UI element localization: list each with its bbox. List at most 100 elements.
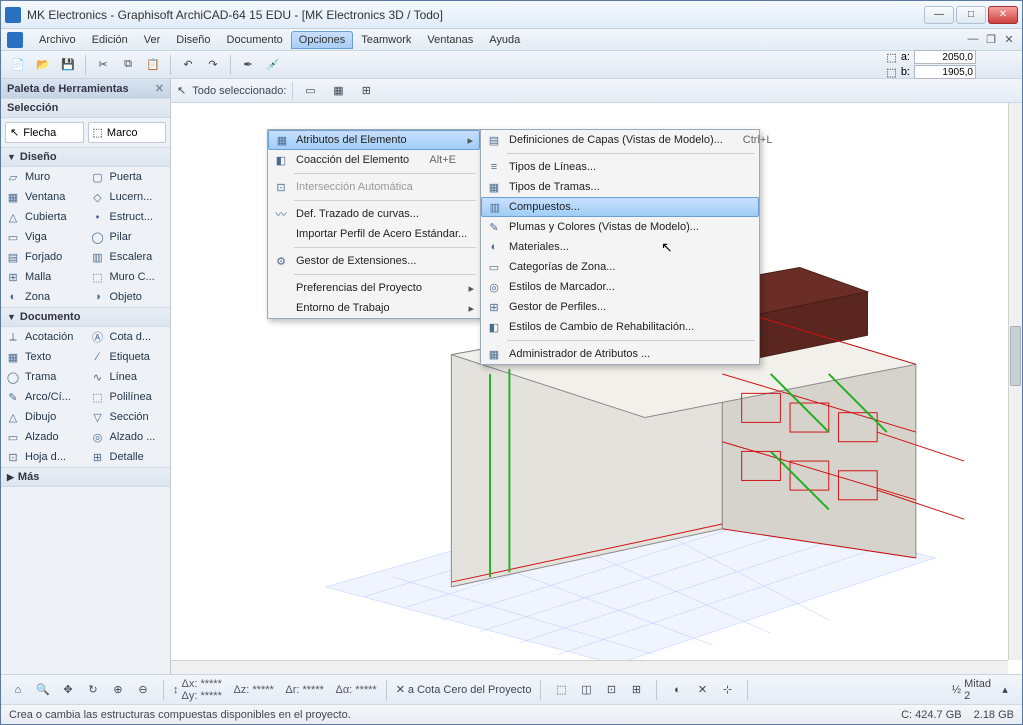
- redo-button[interactable]: ↷: [202, 54, 224, 76]
- palette-section-mas[interactable]: ▶Más: [1, 467, 170, 487]
- tool-dibujo[interactable]: △Dibujo: [1, 407, 86, 427]
- menuitem-tipos-de-l-neas---[interactable]: ≡Tipos de Líneas...: [481, 157, 759, 177]
- new-file-button[interactable]: 📄: [7, 54, 29, 76]
- tool-detalle[interactable]: ⊞Detalle: [86, 447, 171, 467]
- tool-cotad[interactable]: ⒶCota d...: [86, 327, 171, 347]
- menuitem-estilos-de-marcador---[interactable]: ◎Estilos de Marcador...: [481, 277, 759, 297]
- copy-button[interactable]: ⧉: [117, 54, 139, 76]
- menuitem-preferencias-del-proyect[interactable]: Preferencias del Proyecto▸: [268, 278, 480, 298]
- menuitem-coacci-n-del-elemento[interactable]: ◧Coacción del ElementoAlt+E: [268, 150, 480, 170]
- tool-marco[interactable]: ⬚Marco: [88, 122, 167, 143]
- tool-cubierta[interactable]: △Cubierta: [1, 207, 86, 227]
- menuitem-materiales---[interactable]: ◐Materiales...: [481, 237, 759, 257]
- menu-ventanas[interactable]: Ventanas: [419, 31, 481, 49]
- snap-label[interactable]: a Cota Cero del Proyecto: [408, 684, 532, 696]
- nav-btn-4[interactable]: ↻: [82, 679, 104, 701]
- coord-b-input[interactable]: [914, 65, 976, 79]
- mdi-close[interactable]: ✕: [1002, 33, 1016, 46]
- tool-pilar[interactable]: ◯Pilar: [86, 227, 171, 247]
- snap-toggle-1[interactable]: ◐: [666, 679, 688, 701]
- tool-ventana[interactable]: ▦Ventana: [1, 187, 86, 207]
- menuitem-entorno-de-trabajo[interactable]: Entorno de Trabajo▸: [268, 298, 480, 318]
- menuitem-administrador-de-atribut[interactable]: ▦Administrador de Atributos ...: [481, 344, 759, 364]
- menuitem-plumas-y-colores--vistas[interactable]: ✎Plumas y Colores (Vistas de Modelo)...: [481, 217, 759, 237]
- menuitem-gestor-de-perfiles---[interactable]: ⊞Gestor de Perfiles...: [481, 297, 759, 317]
- eyedropper-button[interactable]: ✒: [237, 54, 259, 76]
- palette-close-icon[interactable]: ✕: [155, 82, 164, 95]
- tool-malla[interactable]: ⊞Malla: [1, 267, 86, 287]
- snap-toggle-3[interactable]: ⊹: [716, 679, 738, 701]
- nav-btn-6[interactable]: ⊖: [132, 679, 154, 701]
- grav-btn-1[interactable]: ⬚: [550, 679, 572, 701]
- save-file-button[interactable]: 💾: [57, 54, 79, 76]
- tool-puerta[interactable]: ▢Puerta: [86, 167, 171, 187]
- cut-button[interactable]: ✂: [92, 54, 114, 76]
- horizontal-scrollbar[interactable]: [171, 660, 1008, 674]
- tool-muroc[interactable]: ⬚Muro C...: [86, 267, 171, 287]
- tool-objeto[interactable]: ◑Objeto: [86, 287, 171, 307]
- tool-seccin[interactable]: ▽Sección: [86, 407, 171, 427]
- menuitem-compuestos---[interactable]: ▥Compuestos...: [481, 197, 759, 217]
- menu-ver[interactable]: Ver: [136, 31, 169, 49]
- palette-section-design[interactable]: ▼Diseño: [1, 147, 170, 167]
- menuitem-categor-as-de-zona---[interactable]: ▭Categorías de Zona...: [481, 257, 759, 277]
- tool-alzado[interactable]: ▭Alzado: [1, 427, 86, 447]
- tool-zona[interactable]: ◐Zona: [1, 287, 86, 307]
- tool-viga[interactable]: ▭Viga: [1, 227, 86, 247]
- menu-documento[interactable]: Documento: [219, 31, 291, 49]
- minimize-button[interactable]: —: [924, 6, 954, 24]
- menuitem-estilos-de-cambio-de-reh[interactable]: ◧Estilos de Cambio de Rehabilitación...: [481, 317, 759, 337]
- tool-forjado[interactable]: ▤Forjado: [1, 247, 86, 267]
- tool-texto[interactable]: ▦Texto: [1, 347, 86, 367]
- coord-a-input[interactable]: [914, 50, 976, 64]
- close-button[interactable]: ✕: [988, 6, 1018, 24]
- palette-section-document[interactable]: ▼Documento: [1, 307, 170, 327]
- nav-btn-5[interactable]: ⊕: [107, 679, 129, 701]
- infobar-btn-1[interactable]: ▭: [299, 80, 321, 102]
- menuitem-importar-perfil-de-acero[interactable]: Importar Perfil de Acero Estándar...: [268, 224, 480, 244]
- grav-btn-2[interactable]: ◫: [575, 679, 597, 701]
- undo-button[interactable]: ↶: [177, 54, 199, 76]
- mdi-restore[interactable]: ❐: [984, 33, 998, 46]
- nav-btn-2[interactable]: 🔍: [32, 679, 54, 701]
- tool-arcoc[interactable]: ✎Arco/Cí...: [1, 387, 86, 407]
- menu-teamwork[interactable]: Teamwork: [353, 31, 419, 49]
- menuitem-def--trazado-de-curvas--[interactable]: 〰Def. Trazado de curvas...: [268, 204, 480, 224]
- tool-trama[interactable]: ◯Trama: [1, 367, 86, 387]
- menu-diseño[interactable]: Diseño: [168, 31, 218, 49]
- menu-opciones[interactable]: Opciones: [291, 31, 353, 49]
- snap-toggle-2[interactable]: ✕: [691, 679, 713, 701]
- tool-lucern[interactable]: ◇Lucern...: [86, 187, 171, 207]
- menu-archivo[interactable]: Archivo: [31, 31, 84, 49]
- infobar-btn-3[interactable]: ⊞: [355, 80, 377, 102]
- nav-btn-1[interactable]: ⌂: [7, 679, 29, 701]
- palette-section-selection[interactable]: Selección: [1, 98, 170, 118]
- tool-lnea[interactable]: ∿Línea: [86, 367, 171, 387]
- infobar-btn-2[interactable]: ▦: [327, 80, 349, 102]
- menu-edición[interactable]: Edición: [84, 31, 136, 49]
- menuitem-atributos-del-elemento[interactable]: ▦Atributos del Elemento▸: [268, 130, 480, 150]
- tool-polilnea[interactable]: ⬚Polilínea: [86, 387, 171, 407]
- mdi-minimize[interactable]: —: [966, 33, 980, 46]
- tool-hojad[interactable]: ⊡Hoja d...: [1, 447, 86, 467]
- menu-ayuda[interactable]: Ayuda: [481, 31, 528, 49]
- maximize-button[interactable]: □: [956, 6, 986, 24]
- grav-btn-3[interactable]: ⊡: [600, 679, 622, 701]
- open-file-button[interactable]: 📂: [32, 54, 54, 76]
- tool-flecha[interactable]: ↖Flecha: [5, 122, 84, 143]
- tool-etiqueta[interactable]: ⁄Etiqueta: [86, 347, 171, 367]
- tool-acotacin[interactable]: ⟂Acotación: [1, 327, 86, 347]
- grav-btn-4[interactable]: ⊞: [625, 679, 647, 701]
- vertical-scrollbar[interactable]: [1008, 103, 1022, 660]
- scale-up-button[interactable]: ▴: [994, 679, 1016, 701]
- tool-alzado[interactable]: ◎Alzado ...: [86, 427, 171, 447]
- paste-button[interactable]: 📋: [142, 54, 164, 76]
- menuitem-tipos-de-tramas---[interactable]: ▦Tipos de Tramas...: [481, 177, 759, 197]
- menuitem-definiciones-de-capas--v[interactable]: ▤Definiciones de Capas (Vistas de Modelo…: [481, 130, 759, 150]
- tool-estruct[interactable]: ⬩Estruct...: [86, 207, 171, 227]
- tool-muro[interactable]: ▱Muro: [1, 167, 86, 187]
- tool-escalera[interactable]: ▥Escalera: [86, 247, 171, 267]
- nav-btn-3[interactable]: ✥: [57, 679, 79, 701]
- syringe-button[interactable]: 💉: [262, 54, 284, 76]
- menuitem-gestor-de-extensiones---[interactable]: ⚙Gestor de Extensiones...: [268, 251, 480, 271]
